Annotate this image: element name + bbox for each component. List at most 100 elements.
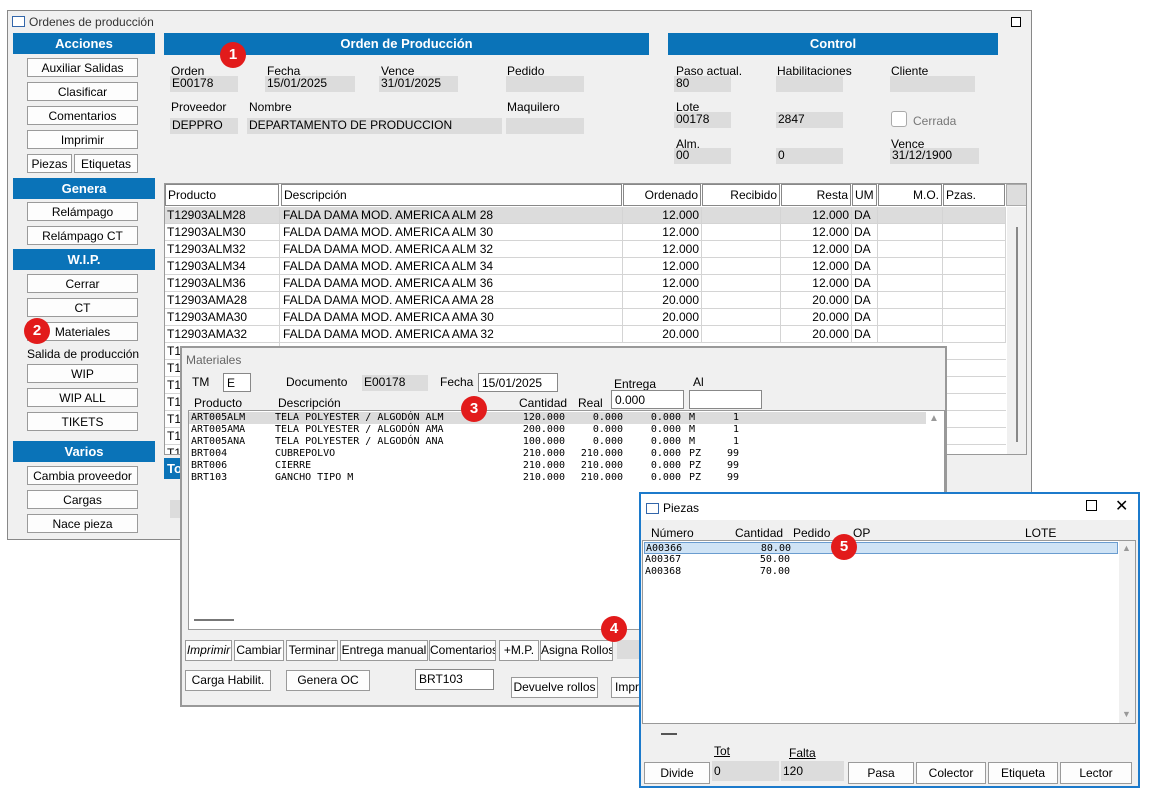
colector-button[interactable]: Colector	[916, 762, 986, 784]
fecha-mat-field[interactable]: 15/01/2025	[478, 373, 558, 392]
list-item[interactable]: ART005ANA TELA POLYESTER / ALGODÓN ANA 100…	[189, 436, 926, 448]
pedido-field[interactable]	[506, 76, 584, 92]
col-ordenado[interactable]: Ordenado	[623, 184, 701, 206]
table-row[interactable]: T12903ALM28 FALDA DAMA MOD. AMERICA ALM 2…	[165, 207, 1006, 224]
nace-pieza-button[interactable]: Nace pieza	[27, 514, 138, 533]
wip-all-button[interactable]: WIP ALL	[27, 388, 138, 407]
comentarios-mat-button[interactable]: Comentarios	[429, 640, 496, 661]
imprimir-button[interactable]: Imprimir	[27, 130, 138, 149]
piezas-scrollbar[interactable]: ▲ ▼	[1119, 541, 1135, 723]
code-field[interactable]: BRT103	[415, 669, 494, 690]
asigna-rollos-button[interactable]: Asigna Rollos	[540, 640, 613, 661]
wip-button[interactable]: WIP	[27, 364, 138, 383]
ct-button[interactable]: CT	[27, 298, 138, 317]
list-item[interactable]: BRT004 CUBREPOLVO 210.000 210.000 0.000 PZ 99	[189, 448, 926, 460]
list-item[interactable]: BRT103 GANCHO TIPO M 210.000 210.000 0.000 PZ…	[189, 472, 926, 484]
tikets-button[interactable]: TIKETS	[27, 412, 138, 431]
minimize-icon[interactable]	[1086, 500, 1097, 511]
divide-button[interactable]: Divide	[644, 762, 710, 784]
mat-hscroll[interactable]	[194, 619, 234, 621]
products-scrollbar[interactable]	[1007, 207, 1026, 454]
list-cell: 0.000	[592, 424, 623, 435]
col-resta[interactable]: Resta	[781, 184, 851, 206]
lote2-field[interactable]: 2847	[776, 112, 843, 128]
cambiar-button[interactable]: Cambiar	[234, 640, 284, 661]
orden-field[interactable]: E00178	[170, 76, 238, 92]
devuelve-rollos-button[interactable]: Devuelve rollos	[511, 677, 598, 698]
relampago-button[interactable]: Relámpago	[27, 202, 138, 221]
cambia-proveedor-button[interactable]: Cambia proveedor	[27, 466, 138, 485]
col-pzas[interactable]: Pzas.	[943, 184, 1005, 206]
nombre-field[interactable]: DEPARTAMENTO DE PRODUCCION	[247, 118, 502, 134]
entrega-field[interactable]: 0.000	[611, 390, 684, 409]
etiqueta-button[interactable]: Etiqueta	[988, 762, 1058, 784]
piezas-table[interactable]: A00366 80.00 A00367 50.00 A00368 70.00 ▲ ▼	[642, 540, 1136, 724]
genera-oc-button[interactable]: Genera OC	[286, 670, 370, 691]
col-descripcion[interactable]: Descripción	[281, 184, 622, 206]
comentarios-button[interactable]: Comentarios	[27, 106, 138, 125]
al-field[interactable]	[689, 390, 762, 409]
documento-field[interactable]: E00178	[362, 375, 428, 391]
col-producto[interactable]: Producto	[165, 184, 279, 206]
list-item[interactable]: ART005AMA TELA POLYESTER / ALGODÓN AMA 200…	[189, 424, 926, 436]
cerrar-button[interactable]: Cerrar	[27, 274, 138, 293]
salida-produccion-label[interactable]: Salida de producción	[27, 347, 139, 361]
paso-field[interactable]: 80	[674, 76, 731, 92]
vence-control-field[interactable]: 31/12/1900	[890, 148, 979, 164]
etiquetas-button[interactable]: Etiquetas	[74, 154, 138, 173]
close-icon[interactable]: ✕	[1115, 496, 1128, 516]
table-row[interactable]: T12903ALM30 FALDA DAMA MOD. AMERICA ALM 3…	[165, 224, 1006, 241]
piezas-hscroll[interactable]	[661, 733, 677, 735]
col-mo[interactable]: M.O.	[878, 184, 942, 206]
list-cell: TELA POLYESTER / ALGODÓN AMA	[275, 424, 444, 435]
alm-field[interactable]: 00	[674, 148, 731, 164]
list-item[interactable]: A00367 50.00	[644, 554, 1118, 566]
impr-partial-button[interactable]: Impr	[611, 677, 641, 698]
clasificar-button[interactable]: Clasificar	[27, 82, 138, 101]
table-row[interactable]: T12903ALM32 FALDA DAMA MOD. AMERICA ALM 3…	[165, 241, 1006, 258]
table-row[interactable]: T12903AMA32 FALDA DAMA MOD. AMERICA AMA 3…	[165, 326, 1006, 343]
list-item[interactable]: A00368 70.00	[644, 566, 1118, 578]
table-cell: FALDA DAMA MOD. AMERICA AMA 32	[281, 326, 623, 343]
cliente-field[interactable]	[890, 76, 975, 92]
list-item[interactable]: ART005ALM TELA POLYESTER / ALGODÓN ALM 120…	[189, 412, 926, 424]
falta-field[interactable]: 120	[781, 761, 844, 781]
terminar-button[interactable]: Terminar	[286, 640, 338, 661]
varios-header: Varios	[13, 441, 155, 462]
cargas-button[interactable]: Cargas	[27, 490, 138, 509]
imprimir-mat-button[interactable]: Imprimir	[185, 640, 232, 661]
table-row[interactable]: T12903AMA30 FALDA DAMA MOD. AMERICA AMA 3…	[165, 309, 1006, 326]
table-row[interactable]: T12903ALM34 FALDA DAMA MOD. AMERICA ALM 3…	[165, 258, 1006, 275]
list-cell: A00366	[646, 543, 683, 554]
list-cell: 80.00	[760, 543, 791, 554]
lector-button[interactable]: Lector	[1060, 762, 1132, 784]
pasa-button[interactable]: Pasa	[848, 762, 914, 784]
tm-field[interactable]: E	[223, 373, 251, 392]
list-item[interactable]: BRT006 CIERRE 210.000 210.000 0.000 PZ 99	[189, 460, 926, 472]
habilitaciones-field[interactable]	[776, 76, 843, 92]
proveedor-field[interactable]: DEPPRO	[170, 118, 238, 134]
col-recibido[interactable]: Recibido	[702, 184, 780, 206]
list-item[interactable]: A00366 80.00	[644, 542, 1118, 554]
table-row[interactable]: T12903AMA28 FALDA DAMA MOD. AMERICA AMA 2…	[165, 292, 1006, 309]
tot-field[interactable]: 0	[712, 761, 779, 781]
piezas-col-numero: Número	[651, 526, 694, 540]
entrega-manual-button[interactable]: Entrega manual	[340, 640, 428, 661]
table-cell: T12903ALM36	[165, 275, 280, 292]
mp-button[interactable]: +M.P.	[499, 640, 539, 661]
maximize-icon[interactable]	[1011, 17, 1021, 27]
maquilero-field[interactable]	[506, 118, 584, 134]
table-row[interactable]: T12903ALM36 FALDA DAMA MOD. AMERICA ALM 3…	[165, 275, 1006, 292]
table-cell: T12903AMA32	[165, 326, 280, 343]
auxiliar-salidas-button[interactable]: Auxiliar Salidas	[27, 58, 138, 77]
lote-field[interactable]: 00178	[674, 112, 731, 128]
vence-field[interactable]: 31/01/2025	[379, 76, 458, 92]
col-um[interactable]: UM	[852, 184, 877, 206]
piezas-button[interactable]: Piezas	[27, 154, 72, 173]
mat-scroll-up-icon[interactable]: ▲	[929, 413, 943, 425]
cerrada-checkbox[interactable]	[891, 111, 907, 127]
fecha-field[interactable]: 15/01/2025	[265, 76, 355, 92]
alm2-field[interactable]: 0	[776, 148, 843, 164]
carga-habilit-button[interactable]: Carga Habilit.	[185, 670, 271, 691]
relampago-ct-button[interactable]: Relámpago CT	[27, 226, 138, 245]
